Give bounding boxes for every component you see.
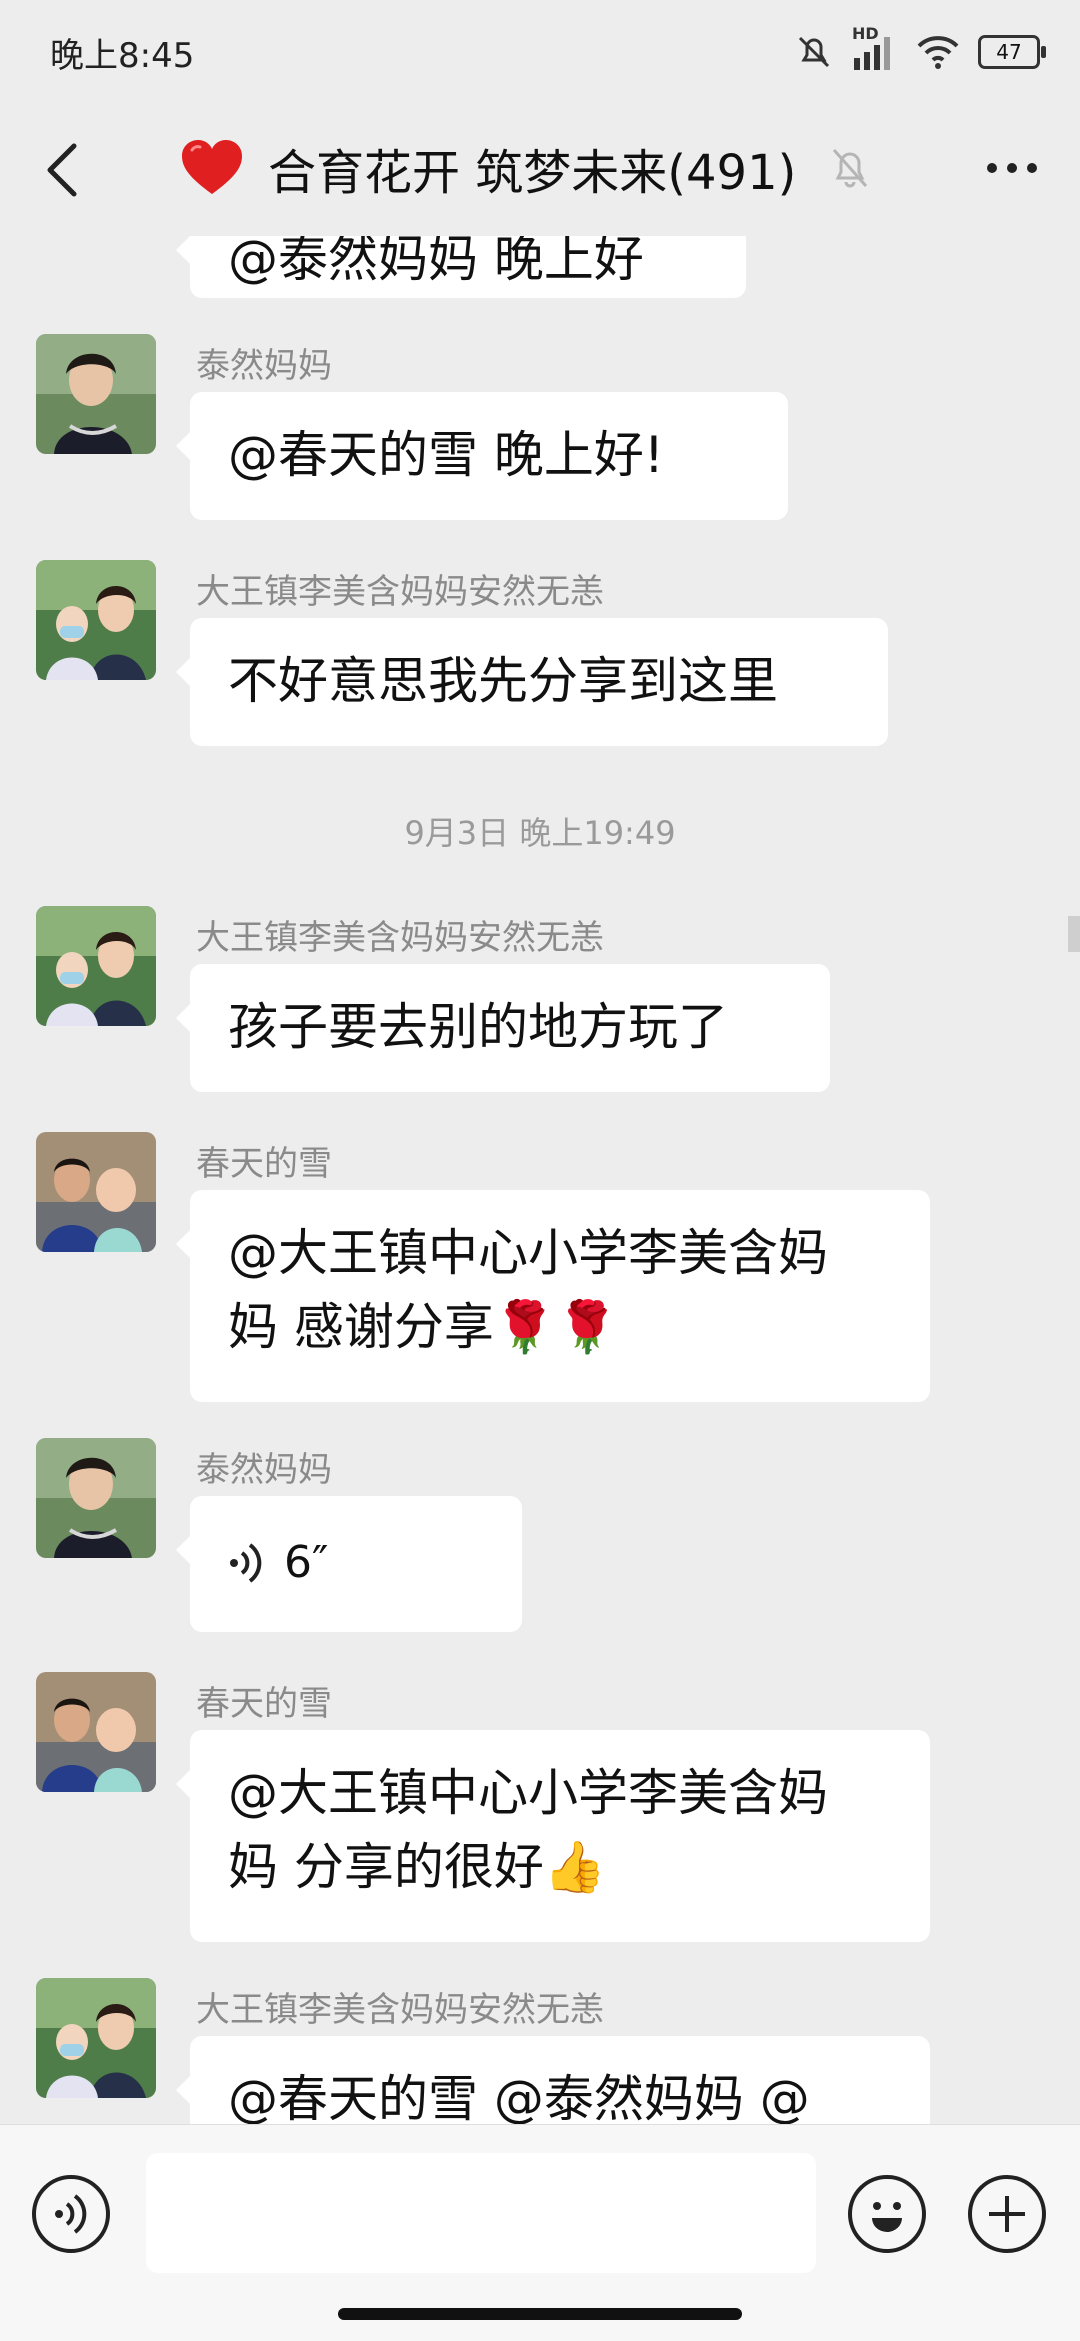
- chat-header: 合育花开 筑梦未来(491): [0, 100, 1080, 236]
- voice-wave-icon: [230, 1543, 262, 1583]
- sender-name: 泰然妈妈: [196, 1450, 332, 1490]
- message-bubble[interactable]: @大王镇中心小学李美含妈 妈 感谢分享🌹🌹: [176, 1190, 930, 1402]
- message-bubble[interactable]: 孩子要去别的地方玩了: [176, 964, 830, 1092]
- heart-icon: [182, 140, 242, 194]
- home-indicator[interactable]: [338, 2308, 742, 2320]
- voice-icon: [55, 2194, 87, 2234]
- message-bubble[interactable]: @春天的雪 晚上好!: [176, 392, 788, 520]
- message-text: 不好意思我先分享到这里: [228, 652, 778, 710]
- message-text-line: 妈 感谢分享🌹🌹: [228, 1298, 619, 1356]
- emoji-icon: [872, 2202, 902, 2232]
- message-bubble[interactable]: @泰然妈妈 晚上好: [176, 236, 746, 298]
- sender-name: 大王镇李美含妈妈安然无恙: [196, 572, 604, 612]
- avatar[interactable]: [36, 1672, 156, 1792]
- signal-group: HD: [852, 24, 898, 72]
- avatar[interactable]: [36, 1132, 156, 1252]
- status-time: 晚上8:45: [50, 36, 195, 76]
- message-text: @泰然妈妈 晚上好: [228, 236, 644, 288]
- sender-name: 春天的雪: [196, 1684, 332, 1724]
- message-text: 孩子要去别的地方玩了: [228, 998, 728, 1056]
- back-icon[interactable]: [40, 140, 92, 200]
- message-text: @春天的雪 @泰然妈妈 @: [228, 2070, 810, 2124]
- voice-input-button[interactable]: [32, 2175, 110, 2253]
- muted-bell-icon: [833, 149, 868, 188]
- status-bar: 晚上8:45 HD 47: [0, 0, 1080, 100]
- sender-name: 春天的雪: [196, 1144, 332, 1184]
- wifi-icon: [917, 36, 959, 69]
- chat-title: 合育花开 筑梦未来(491): [268, 145, 797, 201]
- avatar[interactable]: [36, 906, 156, 1026]
- message-text-line: @大王镇中心小学李美含妈: [228, 1764, 828, 1822]
- voice-duration: 6″: [284, 1537, 329, 1588]
- avatar[interactable]: [36, 560, 156, 680]
- emoji-button[interactable]: [848, 2175, 926, 2253]
- voice-message: 6″: [228, 1526, 484, 1600]
- sender-name: 大王镇李美含妈妈安然无恙: [196, 918, 604, 958]
- chat-message-list[interactable]: @泰然妈妈 晚上好 泰然妈妈 @春天的雪 晚上好! 大王镇李美含妈妈安然无恙 不…: [0, 236, 1080, 2124]
- status-icons: HD 47: [794, 24, 1046, 74]
- message-text-line: 妈 分享的很好👍: [228, 1838, 607, 1896]
- battery-indicator: 47: [978, 35, 1046, 69]
- message-bubble[interactable]: 不好意思我先分享到这里: [176, 618, 888, 746]
- voice-message-bubble[interactable]: 6″: [176, 1496, 522, 1632]
- message-input[interactable]: [146, 2153, 816, 2273]
- more-options-icon[interactable]: [984, 160, 1040, 176]
- message-text: @春天的雪 晚上好!: [228, 426, 664, 484]
- avatar[interactable]: [36, 1438, 156, 1558]
- plus-icon: [989, 2196, 1025, 2232]
- chat-title-group: 合育花开 筑梦未来(491): [180, 128, 870, 208]
- avatar[interactable]: [36, 1978, 156, 2098]
- message-text-line: @大王镇中心小学李美含妈: [228, 1224, 828, 1282]
- message-bubble[interactable]: @大王镇中心小学李美含妈 妈 分享的很好👍: [176, 1730, 930, 1942]
- sender-name: 大王镇李美含妈妈安然无恙: [196, 1990, 604, 2030]
- more-functions-button[interactable]: [968, 2175, 1046, 2253]
- message-bubble[interactable]: @春天的雪 @泰然妈妈 @: [176, 2036, 930, 2124]
- timestamp: 9月3日 晚上19:49: [404, 814, 676, 852]
- sender-name: 泰然妈妈: [196, 346, 332, 386]
- avatar[interactable]: [36, 334, 156, 454]
- network-label: HD: [852, 24, 879, 43]
- scrollbar-thumb[interactable]: [1068, 916, 1080, 952]
- mute-icon: [798, 36, 830, 68]
